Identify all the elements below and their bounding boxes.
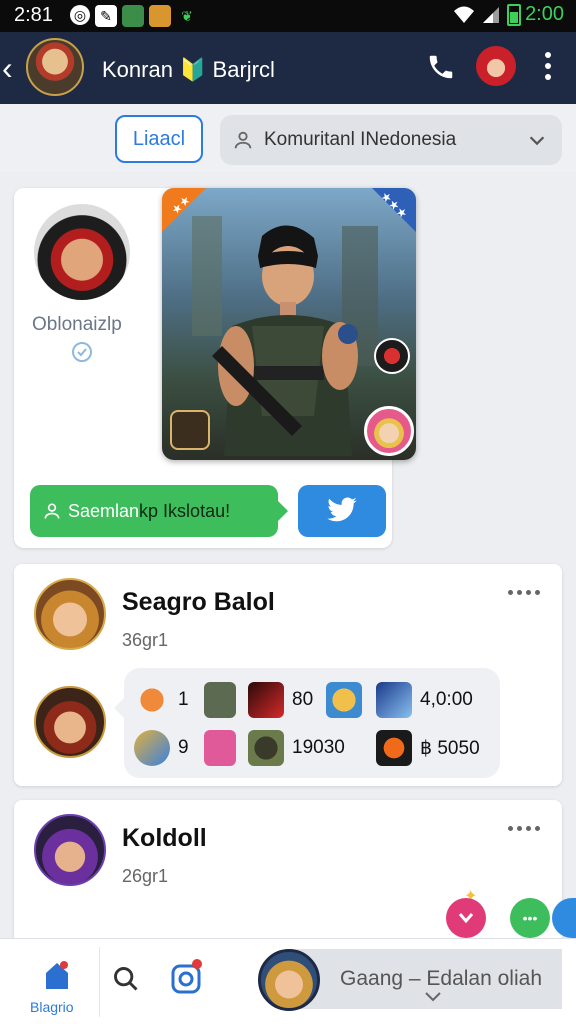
dropdown-value: Komuritanl INedonesia	[264, 129, 457, 150]
stat-value: 19030	[292, 737, 345, 758]
post-author-name: Seagro Balol	[122, 588, 275, 616]
status-time: 2:81	[14, 4, 53, 26]
soldier-character-illustration	[192, 216, 378, 456]
post-subtitle: 26gr1	[122, 866, 169, 886]
chevron-down-icon[interactable]	[424, 991, 442, 1003]
stat-item: 4,0:00	[376, 682, 473, 718]
battery-indicator: 2:00	[507, 3, 564, 26]
page-title: Konran 🔰 Barjrcl	[102, 57, 275, 82]
map-icon	[122, 5, 144, 27]
weapon-badge-icon	[170, 410, 210, 450]
group-avatar[interactable]	[26, 38, 84, 96]
badge-icon	[374, 338, 410, 374]
post-subtitle: 36gr1	[122, 630, 169, 650]
fire-icon	[376, 730, 412, 766]
stat-value: 4,0:00	[420, 689, 473, 710]
stat-value: ฿ 5050	[420, 737, 480, 759]
post-author-avatar[interactable]	[34, 578, 106, 650]
hero-icon	[326, 682, 362, 718]
shield-icon	[204, 682, 236, 718]
user-icon	[44, 503, 60, 519]
stat-value: 9	[178, 737, 189, 758]
stat-item: 1	[134, 682, 189, 718]
heart-reaction-button[interactable]	[446, 898, 486, 938]
featured-message-card: Oblonaizlp ★★ ★★★ Saemlan kp Ikslotau!	[14, 188, 416, 548]
verified-icon	[72, 342, 92, 362]
nav-home-label: Blagrio	[30, 999, 74, 1015]
back-arrow-icon[interactable]: ‹	[2, 50, 13, 87]
filter-chip-button[interactable]: Liaacl	[115, 115, 203, 163]
chevron-down-icon	[458, 913, 474, 924]
chevron-down-icon	[529, 136, 545, 146]
sender-avatar[interactable]	[34, 204, 130, 300]
twitter-bird-icon	[327, 497, 357, 522]
user-icon	[234, 131, 252, 149]
whatsapp-icon: ◎	[70, 5, 90, 25]
stats-bubble: 1 80 4,0:00 9 19030 ฿ 5050	[114, 668, 500, 778]
battle-icon	[376, 682, 412, 718]
home-icon	[46, 961, 68, 989]
reply-author-avatar[interactable]	[34, 686, 106, 758]
battery-text: 2:00	[525, 3, 564, 25]
gift-icon	[134, 730, 170, 766]
status-bar: 2:81 ◎ ✎ ❦ 2:00	[0, 0, 576, 32]
my-avatar[interactable]	[258, 949, 320, 1011]
companion-avatar[interactable]	[364, 406, 414, 456]
sender-name: Oblonaizlp	[32, 314, 122, 335]
bottom-navigation: Blagrio Gaang – Edalan oliah	[0, 938, 576, 1024]
stat-item: 9	[134, 730, 189, 766]
post-more-icon[interactable]	[508, 826, 540, 831]
game-icon	[149, 5, 171, 27]
post-more-icon[interactable]	[508, 590, 540, 595]
stat-item: 19030	[248, 730, 345, 766]
compose-placeholder: Gaang – Edalan oliah	[340, 967, 542, 990]
notification-dot	[192, 959, 202, 969]
nav-home[interactable]: Blagrio	[14, 947, 100, 1017]
chat-header: ‹ Konran 🔰 Barjrcl	[0, 32, 576, 104]
post-card[interactable]: Seagro Balol 36gr1 1 80 4,0:00 9 19030 ฿	[14, 564, 562, 786]
share-twitter-button[interactable]	[298, 485, 386, 537]
community-dropdown[interactable]: Komuritanl INedonesia	[220, 115, 562, 165]
stat-item: ฿ 5050	[376, 730, 480, 766]
chat-bubble-button[interactable]: •••	[510, 898, 550, 938]
status-right: 2:00	[453, 3, 564, 26]
join-button[interactable]: Saemlan kp Ikslotau!	[30, 485, 288, 537]
leaf-icon: ❦	[181, 7, 193, 24]
signal-icon	[483, 6, 500, 23]
stat-value: 80	[292, 689, 314, 710]
join-button-label-a: Saemlan	[68, 500, 140, 521]
post-author-avatar[interactable]	[34, 814, 106, 886]
fox-icon	[134, 682, 170, 718]
app-icon: ✎	[95, 5, 117, 27]
stat-value: 1	[178, 689, 189, 710]
more-options-icon[interactable]	[540, 52, 556, 82]
wifi-icon	[454, 6, 475, 23]
soldier-icon	[248, 730, 284, 766]
post-author-name: Koldoll	[122, 824, 207, 852]
present-icon	[204, 730, 236, 766]
notification-icons: ◎ ✎ ❦	[70, 5, 198, 27]
search-icon[interactable]	[112, 965, 140, 993]
battery-icon	[507, 3, 522, 26]
contact-avatar[interactable]	[476, 46, 516, 86]
join-button-label-b: kp Ikslotau!	[139, 500, 231, 521]
filter-row: Liaacl Komuritanl INedonesia	[0, 104, 576, 172]
phone-icon[interactable]	[426, 52, 456, 82]
sword-icon	[248, 682, 284, 718]
stat-item: 80	[248, 682, 313, 718]
